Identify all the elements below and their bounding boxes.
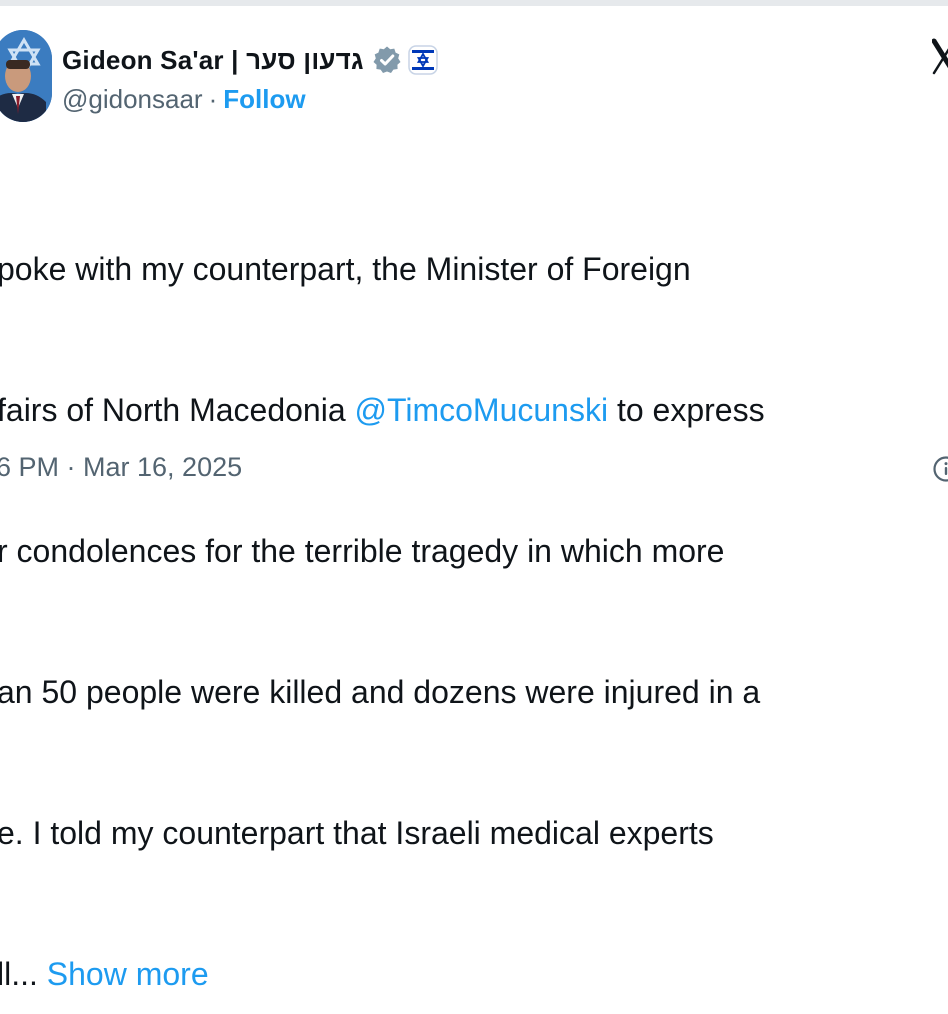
avatar[interactable] — [0, 30, 52, 122]
verified-badge-icon — [372, 45, 402, 75]
separator-dot: · — [209, 84, 218, 114]
mention-link[interactable]: @TimcoMucunski — [355, 392, 609, 428]
tweet-line-1: poke with my counterpart, the Minister o… — [0, 246, 948, 293]
show-more-link[interactable]: Show more — [47, 956, 209, 992]
author-name[interactable]: Gideon Sa'ar | גדעון סער — [62, 45, 364, 76]
tweet-line-2: fairs of North Macedonia @TimcoMucunski … — [0, 387, 948, 434]
tweet-line-4: an 50 people were killed and dozens were… — [0, 669, 948, 716]
author-handle[interactable]: @gidonsaar — [62, 84, 203, 114]
avatar-image — [0, 30, 52, 122]
tweet-line-2-end: to express — [608, 392, 765, 428]
tweet-line-3: r condolences for the terrible tragedy i… — [0, 528, 948, 575]
tweet-line-6: ll... Show more — [0, 951, 948, 998]
top-divider — [0, 0, 948, 6]
tweet-line-5: e. I told my counterpart that Israeli me… — [0, 810, 948, 857]
tweet-text: poke with my counterpart, the Minister o… — [0, 152, 948, 1014]
tweet-line-6-start: ll... — [0, 956, 47, 992]
x-logo-icon[interactable] — [932, 38, 948, 76]
author-row: Gideon Sa'ar | גדעון סער — [62, 38, 438, 82]
tweet-line-2-start: fairs of North Macedonia — [0, 392, 355, 428]
follow-button[interactable]: Follow — [223, 84, 305, 114]
handle-row: @gidonsaar·Follow — [62, 84, 306, 115]
info-icon[interactable] — [932, 455, 948, 483]
tweet-timestamp[interactable]: 6 PM · Mar 16, 2025 — [0, 452, 242, 483]
israel-flag-icon — [408, 45, 438, 75]
